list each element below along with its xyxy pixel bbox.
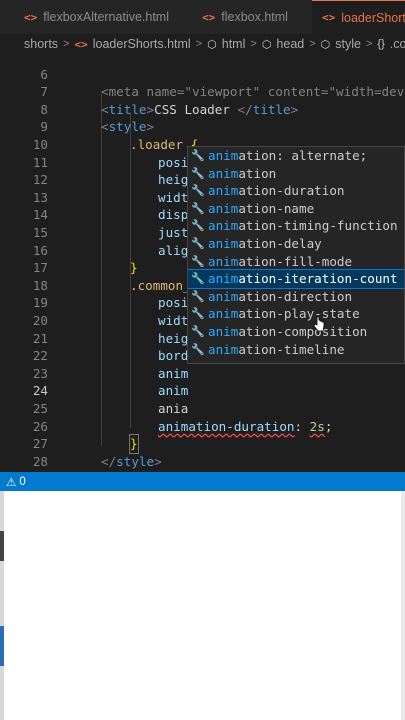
suggestion-item[interactable]: 🔧 animation-delay: [188, 235, 404, 253]
wrench-icon: 🔧: [191, 184, 205, 198]
suggestion-item[interactable]: 🔧 animation-timeline: [188, 341, 404, 359]
code-line: 28 </head>: [0, 435, 405, 487]
wrench-icon: 🔧: [191, 166, 205, 180]
right-edge: [401, 491, 405, 720]
suggestion-item[interactable]: 🔧 animation-play-state: [188, 305, 404, 323]
html-file-icon: <>: [202, 10, 216, 24]
wrench-icon: 🔧: [191, 149, 205, 162]
code-line: 26 }: [0, 400, 405, 454]
suggestion-match: anim: [208, 218, 239, 234]
tab-flexboxalternative[interactable]: <> flexboxAlternative.html: [14, 0, 179, 34]
suggestion-rest: ation: alternate;: [238, 148, 368, 163]
code-line-current: 24 ania: [0, 365, 405, 416]
tab-flexbox[interactable]: <> flexbox.html: [192, 0, 298, 34]
suggestion-rest: ation: [238, 165, 277, 181]
code-line: 9 .loader {: [0, 101, 405, 152]
suggestion-item[interactable]: 🔧 animation-direction: [188, 288, 404, 306]
wrench-icon: 🔧: [191, 324, 205, 338]
code-line: 7 <title>CSS Loader </title>: [0, 66, 405, 117]
suggestion-match: anim: [208, 235, 239, 251]
autocomplete-suggestions: 🔧 animation: alternate; 🔧 animation 🔧 anima…: [187, 146, 405, 364]
left-edge: [0, 491, 4, 720]
suggestion-rest: ation-fill-mode: [238, 253, 353, 269]
code-line: 8 <style>: [0, 83, 405, 135]
code-line: 29: [0, 453, 405, 486]
wrench-icon: 🔧: [191, 342, 205, 356]
code-line: 10 position: relative;: [0, 118, 405, 170]
warning-icon[interactable]: ⚠: [6, 475, 16, 489]
tab-loadershorts[interactable]: <> loaderShorts: [312, 0, 405, 34]
tab-bar: <> flexboxAlternative.html <> flexbox.ht…: [0, 0, 405, 34]
suggestion-item-selected[interactable]: 🔧 animation-iteration-count: [188, 269, 404, 289]
tab-label: loaderShorts: [341, 10, 405, 25]
suggestion-match: anim: [208, 148, 239, 163]
suggestion-match: anim: [208, 323, 239, 339]
suggestion-match: anim: [208, 306, 239, 322]
suggestion-match: anim: [208, 271, 239, 287]
preview-panel: [0, 491, 405, 720]
wrench-icon: 🔧: [191, 219, 205, 233]
suggestion-rest: ation-composition: [238, 323, 368, 339]
html-file-icon: <>: [322, 11, 336, 24]
suggestion-rest: ation-name: [238, 200, 315, 216]
suggestion-item[interactable]: 🔧 animation-composition: [188, 323, 404, 341]
suggestion-item[interactable]: 🔧 animation: alternate;: [188, 147, 404, 165]
status-bar: ⚠ 0: [0, 472, 405, 491]
suggestion-match: anim: [208, 288, 239, 304]
suggestion-match: anim: [208, 200, 239, 216]
wrench-icon: 🔧: [191, 289, 205, 303]
code-line: 27 </style>: [0, 418, 405, 469]
warning-count[interactable]: 0: [19, 476, 25, 488]
hand-cursor-icon: [313, 316, 325, 332]
left-edge-mark: [0, 531, 4, 561]
suggestion-item[interactable]: 🔧 animation: [188, 165, 404, 183]
suggestion-match: anim: [208, 341, 239, 357]
tab-label: flexbox.html: [221, 10, 288, 24]
suggestion-rest: ation-direction: [238, 288, 353, 304]
suggestion-rest: ation-duration: [238, 183, 345, 199]
wrench-icon: 🔧: [191, 236, 205, 250]
suggestion-rest: ation-timeline: [238, 341, 345, 357]
suggestion-item[interactable]: 🔧 animation-timing-function: [188, 217, 404, 235]
suggestion-item[interactable]: 🔧 animation-fill-mode: [188, 253, 404, 271]
suggestion-match: anim: [208, 183, 239, 199]
tab-label: flexboxAlternative.html: [43, 10, 170, 24]
suggestion-item[interactable]: 🔧 animation-duration: [188, 182, 404, 200]
suggestion-rest: ation-play-state: [238, 306, 360, 322]
wrench-icon: 🔧: [191, 201, 205, 215]
suggestion-rest: ation-timing-function: [238, 218, 398, 234]
suggestion-match: anim: [208, 253, 239, 269]
suggestion-rest: ation-delay: [238, 235, 322, 251]
html-file-icon: <>: [24, 10, 38, 24]
suggestion-item[interactable]: 🔧 animation-name: [188, 200, 404, 218]
suggestion-match: anim: [208, 165, 239, 181]
code-line: 25 animation-duration: 2s;: [0, 382, 405, 434]
code-editor: <> flexboxAlternative.html <> flexbox.ht…: [0, 0, 405, 491]
code-line: 6 <meta name="viewport" content="width=d…: [0, 48, 405, 100]
wrench-icon: 🔧: [191, 307, 205, 321]
suggestion-rest: ation-iteration-count: [238, 271, 398, 287]
left-edge-mark: [0, 626, 4, 666]
wrench-icon: 🔧: [191, 254, 205, 268]
wrench-icon: 🔧: [191, 272, 205, 286]
